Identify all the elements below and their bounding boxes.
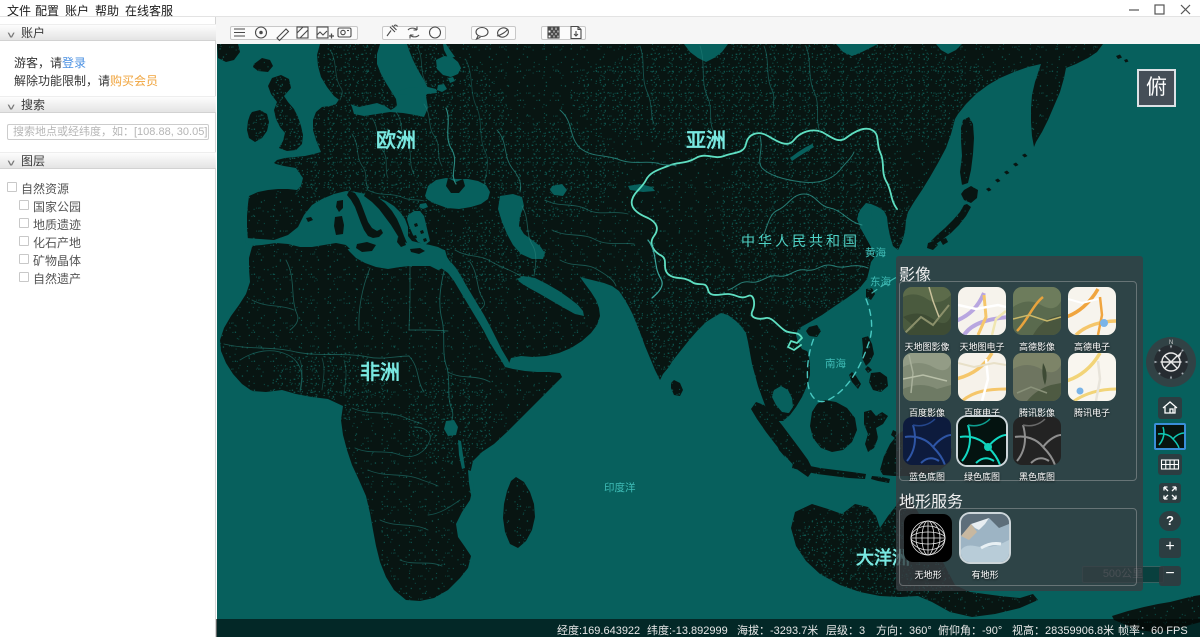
svg-text:欧洲: 欧洲: [376, 128, 416, 152]
svg-text:南海: 南海: [825, 357, 846, 370]
svg-text:N: N: [1169, 340, 1173, 346]
svg-text:中华人民共和国: 中华人民共和国: [741, 233, 860, 249]
svg-text:亚洲: 亚洲: [686, 129, 726, 152]
svg-text:印度洋: 印度洋: [604, 481, 636, 494]
svg-text:东海: 东海: [870, 275, 891, 288]
svg-text:黄海: 黄海: [865, 246, 886, 259]
svg-text:非洲: 非洲: [360, 361, 400, 384]
